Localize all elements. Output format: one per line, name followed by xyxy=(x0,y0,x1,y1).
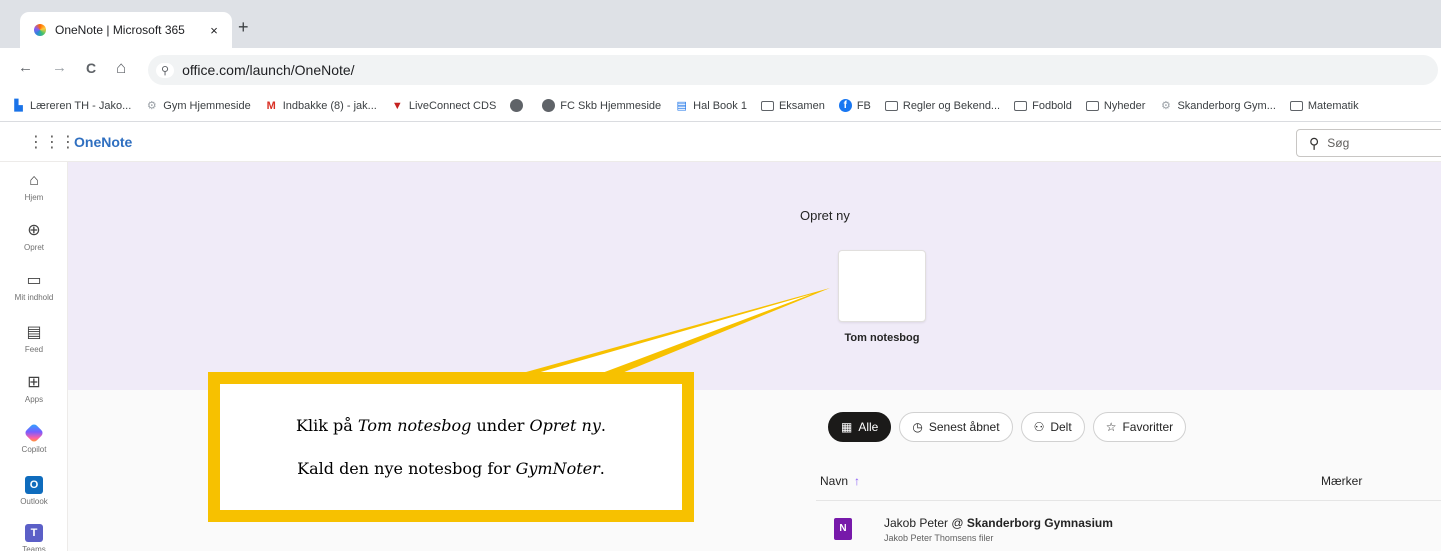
callout-line-2: Kald den nye notesbog for GymNoter. xyxy=(297,459,605,478)
callout-pointer-shape xyxy=(490,288,830,382)
callout-box: Klik på Tom notesbog under Opret ny. Kal… xyxy=(208,372,694,522)
callout-line-1: Klik på Tom notesbog under Opret ny. xyxy=(296,416,606,435)
